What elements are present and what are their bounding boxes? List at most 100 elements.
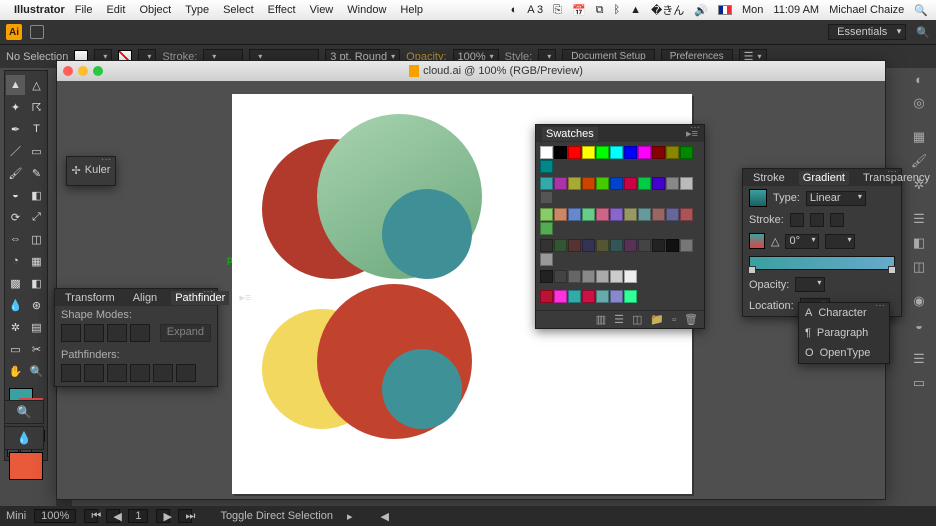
swatch[interactable] — [624, 270, 637, 283]
wifi-icon[interactable]: �きん — [651, 2, 684, 18]
angle-input[interactable]: 0° — [785, 234, 819, 249]
swatch[interactable] — [610, 270, 623, 283]
gradient-stop-left[interactable] — [748, 266, 756, 274]
mesh-tool[interactable]: ▩ — [6, 273, 25, 293]
scale-tool[interactable]: ⤢ — [27, 207, 46, 227]
swatch[interactable] — [638, 177, 651, 190]
blob-brush-tool[interactable]: ◒ — [6, 185, 25, 205]
swatches-panel-icon[interactable]: ▦ — [910, 128, 928, 146]
swatch[interactable] — [680, 177, 693, 190]
swatch[interactable] — [610, 290, 623, 303]
shape-builder-tool[interactable]: ◔ — [6, 251, 25, 271]
stroke-panel-icon[interactable]: ☰ — [910, 210, 928, 228]
swatch[interactable] — [624, 177, 637, 190]
swatch[interactable] — [624, 290, 637, 303]
swatch[interactable] — [554, 146, 567, 159]
swatch[interactable] — [596, 208, 609, 221]
swatch[interactable] — [582, 270, 595, 283]
panel-gripper-icon[interactable]: ··· — [101, 154, 111, 165]
swatch[interactable] — [666, 239, 679, 252]
swatch[interactable] — [596, 270, 609, 283]
kuler-panel[interactable]: ··· ✢ Kuler — [66, 156, 116, 186]
width-tool[interactable]: ⇔ — [6, 229, 25, 249]
swatch[interactable] — [568, 290, 581, 303]
swatch[interactable] — [624, 208, 637, 221]
minimize-window-icon[interactable] — [78, 66, 88, 76]
close-window-icon[interactable] — [63, 66, 73, 76]
swatch[interactable] — [540, 270, 553, 283]
swatch[interactable] — [596, 177, 609, 190]
tab-transform[interactable]: Transform — [61, 291, 119, 305]
nav-prev-icon[interactable]: ◀ — [106, 509, 120, 523]
workspace-dropdown[interactable]: Essentials — [828, 24, 906, 40]
pen-tool[interactable]: ✒ — [6, 119, 25, 139]
spotlight-icon[interactable]: 🔍 — [914, 4, 928, 17]
swatch[interactable] — [610, 208, 623, 221]
swatch[interactable] — [554, 208, 567, 221]
intersect-button[interactable] — [107, 324, 127, 342]
panel-menu-icon[interactable]: ▸≡ — [686, 127, 698, 140]
swatch[interactable] — [638, 239, 651, 252]
swatch[interactable] — [540, 146, 553, 159]
panel-gripper-icon[interactable]: ··· — [887, 166, 897, 177]
stroke-style-1[interactable] — [790, 213, 804, 227]
tab-align[interactable]: Align — [129, 291, 161, 305]
color-panel-icon[interactable]: ◐ — [910, 70, 928, 88]
tab-pathfinder[interactable]: Pathfinder — [171, 291, 229, 305]
slice-tool[interactable]: ✂ — [27, 339, 46, 359]
direct-selection-tool[interactable]: △ — [27, 75, 46, 95]
trim-button[interactable] — [84, 364, 104, 382]
panel-gripper-icon[interactable]: ··· — [875, 300, 885, 311]
zoom-tool[interactable]: 🔍 — [27, 361, 46, 381]
artwork-circle[interactable] — [382, 349, 462, 429]
stroke-style-3[interactable] — [830, 213, 844, 227]
airplay-icon[interactable]: ▲ — [630, 4, 641, 16]
swatch[interactable] — [652, 177, 665, 190]
menu-window[interactable]: Window — [347, 4, 386, 16]
expand-button[interactable]: Expand — [160, 324, 211, 342]
gradient-preview[interactable] — [749, 189, 767, 207]
swatch[interactable] — [610, 239, 623, 252]
bluetooth-icon[interactable]: ᛒ — [614, 4, 621, 16]
type-tool[interactable]: T — [27, 119, 46, 139]
menu-edit[interactable]: Edit — [106, 4, 125, 16]
document-titlebar[interactable]: cloud.ai @ 100% (RGB/Preview) — [57, 61, 885, 81]
rectangle-tool[interactable]: ▭ — [27, 141, 46, 161]
swatch[interactable] — [680, 239, 693, 252]
swatch[interactable] — [540, 253, 553, 266]
menu-view[interactable]: View — [310, 4, 334, 16]
menu-object[interactable]: Object — [139, 4, 171, 16]
panel-menu-icon[interactable]: ▸≡ — [239, 291, 251, 304]
eraser-tool[interactable]: ◧ — [27, 185, 46, 205]
swatch[interactable] — [596, 239, 609, 252]
swatch[interactable] — [554, 270, 567, 283]
swatch[interactable] — [568, 208, 581, 221]
gradient-stop-right[interactable] — [888, 266, 896, 274]
eyedropper-mini-icon[interactable]: 💧 — [4, 426, 44, 450]
perspective-tool[interactable]: ▦ — [27, 251, 46, 271]
status-dropdown-icon[interactable]: ▸ — [347, 510, 353, 523]
swatch-kind-icon[interactable]: ☰ — [614, 313, 624, 326]
swatch[interactable] — [568, 239, 581, 252]
current-color-chip[interactable] — [9, 452, 43, 480]
aspect-input[interactable] — [825, 234, 855, 249]
swatch[interactable] — [554, 177, 567, 190]
swatch[interactable] — [582, 177, 595, 190]
hand-tool[interactable]: ✋ — [6, 361, 25, 381]
nav-first-icon[interactable]: ⏮ — [84, 509, 98, 523]
swatch[interactable] — [666, 208, 679, 221]
layers-panel-icon[interactable]: ☰ — [910, 350, 928, 368]
rotate-tool[interactable]: ⟳ — [6, 207, 25, 227]
swatch[interactable] — [596, 146, 609, 159]
nav-last-icon[interactable]: ⏭ — [178, 509, 192, 523]
swatch[interactable] — [568, 270, 581, 283]
menu-type[interactable]: Type — [185, 4, 209, 16]
swatch[interactable] — [540, 239, 553, 252]
swatch[interactable] — [582, 208, 595, 221]
transparency-panel-icon[interactable]: ◫ — [910, 258, 928, 276]
unite-button[interactable] — [61, 324, 81, 342]
menu-user[interactable]: Michael Chaize — [829, 4, 904, 16]
graph-tool[interactable]: ▤ — [27, 317, 46, 337]
zoom-level[interactable]: 100% — [34, 509, 76, 523]
lasso-tool[interactable]: ☈ — [27, 97, 46, 117]
